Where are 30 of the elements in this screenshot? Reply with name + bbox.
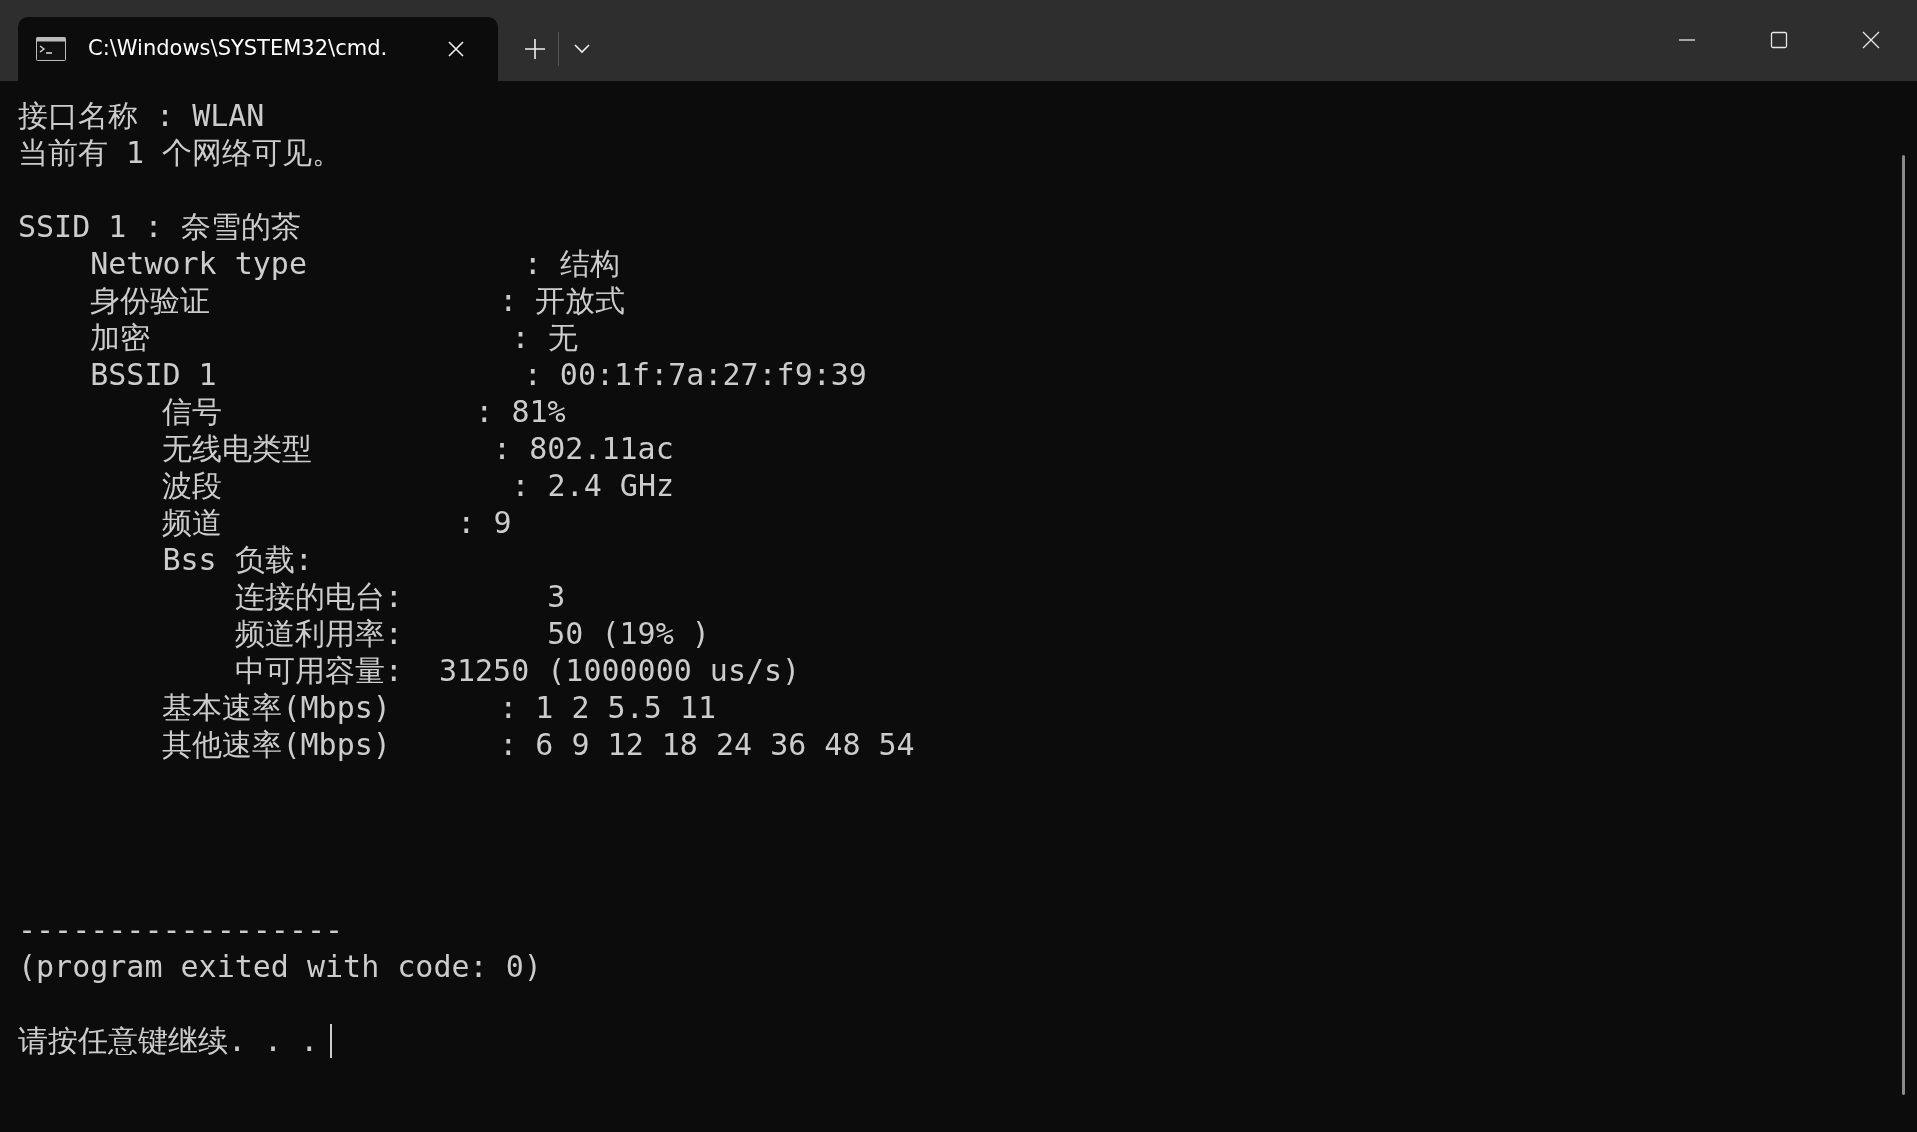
terminal-icon <box>36 37 66 61</box>
scrollbar[interactable] <box>1902 155 1905 1095</box>
output-line: 频道利用率: 50 (19% ) <box>233 615 710 652</box>
output-line: 当前有 1 个网络可见。 <box>18 134 343 171</box>
output-line: 身份验证 : 开放式 <box>89 282 626 319</box>
close-icon <box>447 40 465 58</box>
minimize-icon <box>1678 39 1696 41</box>
plus-icon <box>524 38 546 60</box>
exit-message: ------------------ <box>18 911 344 948</box>
tab-title: C:\Windows\SYSTEM32\cmd. <box>88 35 389 63</box>
output-line: Network type : 结构 <box>89 245 620 282</box>
output-line: 频道 : 9 <box>161 504 512 541</box>
output-line: 加密 : 无 <box>89 319 578 356</box>
output-line: 中可用容量: 31250 (1000000 us/s) <box>233 652 801 689</box>
output-line: BSSID 1 : 00:1f:7a:27:f9:39 <box>89 356 867 393</box>
output-line: 基本速率(Mbps) : 1 2 5.5 11 <box>161 689 716 726</box>
output-line: 请按任意键继续. . . <box>18 1022 319 1059</box>
output-line: SSID 1 : 奈雪的茶 <box>18 208 301 245</box>
output-line: Bss 负载: <box>161 541 313 578</box>
maximize-icon <box>1770 31 1788 49</box>
output-line: 无线电类型 : 802.11ac <box>161 430 674 467</box>
exit-message: (program exited with code: 0) <box>18 948 542 985</box>
chevron-down-icon <box>574 44 590 54</box>
tab[interactable]: C:\Windows\SYSTEM32\cmd. <box>18 17 498 81</box>
output-line: 连接的电台: 3 <box>233 578 566 615</box>
output-line: 接口名称 : WLAN <box>18 97 265 134</box>
close-icon <box>1862 31 1880 49</box>
output-line: 信号 : 81% <box>161 393 566 430</box>
output-line: 其他速率(Mbps) : 6 9 12 18 24 36 48 54 <box>161 726 915 763</box>
output-line: 波段 : 2.4 GHz <box>161 467 675 504</box>
